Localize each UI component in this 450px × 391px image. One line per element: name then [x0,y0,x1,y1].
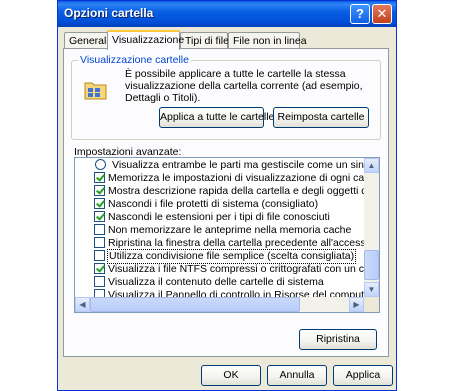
scroll-right-icon[interactable]: ▶ [349,297,364,312]
cancel-button[interactable]: Annulla [267,365,327,386]
list-item-selected[interactable]: Utilizza condivisione file semplice (sce… [75,249,365,264]
help-button[interactable]: ? [350,4,370,24]
list-item[interactable]: Nascondi i file protetti di sistema (con… [75,198,365,211]
view-tab-page: Visualizzazione cartelle È possibile app… [63,48,389,357]
checkbox[interactable] [94,172,105,183]
vertical-scrollbar[interactable]: ▲ ▼ [364,158,379,297]
vertical-scroll-thumb[interactable] [364,250,379,280]
list-item-label: Mostra descrizione rapida della cartella… [108,185,379,197]
tab-general[interactable]: Generale [64,32,112,49]
apply-to-all-folders-button[interactable]: Applica a tutte le cartelle [159,107,274,128]
close-button[interactable]: ✕ [372,4,392,24]
list-item[interactable]: Visualizza i file NTFS compressi o critt… [75,263,379,276]
list-item-label: Memorizza le impostazioni di visualizzaz… [108,172,380,184]
list-item[interactable]: Memorizza le impostazioni di visualizzaz… [75,172,379,185]
tab-file-types[interactable]: Tipi di file [180,32,229,49]
checkbox[interactable] [94,263,105,274]
list-item-label: Visualizza i file NTFS compressi o critt… [108,263,379,275]
checkbox[interactable] [94,250,105,261]
list-item-label: Visualizza entrambe le parti ma gestisci… [112,159,380,171]
list-item[interactable]: Nascondi le estensioni per i tipi di fil… [75,211,365,224]
list-item-label: Utilizza condivisione file semplice (sce… [107,249,357,264]
group-description: È possibile applicare a tutte le cartell… [125,68,363,104]
list-item[interactable]: Mostra descrizione rapida della cartella… [75,185,379,198]
horizontal-scrollbar[interactable]: ◀ ▶ [75,297,364,312]
folder-views-group: Visualizzazione cartelle È possibile app… [71,54,381,140]
list-item[interactable]: Non memorizzare le anteprime nella memor… [75,224,365,237]
list-item-label: Nascondi i file protetti di sistema (con… [108,198,319,210]
ok-button[interactable]: OK [201,365,261,386]
checkbox[interactable] [94,237,105,248]
checkbox[interactable] [94,198,105,209]
checkbox[interactable] [94,185,105,196]
list-item-label: Non memorizzare le anteprime nella memor… [108,224,352,236]
advanced-settings-list[interactable]: Visualizza entrambe le parti ma gestisci… [74,157,380,313]
scroll-down-icon[interactable]: ▼ [364,282,379,297]
folder-options-dialog: Opzioni cartella ? ✕ Generale Visualizza… [57,0,397,391]
tab-offline-files[interactable]: File non in linea [228,32,307,49]
horizontal-scroll-thumb[interactable] [90,297,300,312]
radio-button[interactable] [95,159,106,170]
group-title: Visualizzazione cartelle [78,54,191,66]
scrollbar-corner [364,297,379,312]
reset-folders-button[interactable]: Reimposta cartelle [273,107,369,128]
list-item[interactable]: Visualizza il contenuto delle cartelle d… [75,276,365,289]
list-item[interactable]: Visualizza entrambe le parti ma gestisci… [75,159,379,172]
apply-button[interactable]: Applica [333,365,393,386]
scroll-up-icon[interactable]: ▲ [364,158,379,173]
checkbox[interactable] [94,224,105,235]
tab-view[interactable]: Visualizzazione [107,30,184,50]
list-item-label: Nascondi le estensioni per i tipi di fil… [108,211,330,223]
list-item-label: Visualizza il contenuto delle cartelle d… [108,276,324,288]
window-title: Opzioni cartella [64,6,154,20]
restore-defaults-button[interactable]: Ripristina [299,329,377,350]
checkbox[interactable] [94,211,105,222]
checkbox[interactable] [94,276,105,287]
scroll-left-icon[interactable]: ◀ [75,297,90,312]
folder-icon [84,82,107,100]
title-bar[interactable]: Opzioni cartella ? ✕ [58,1,396,27]
